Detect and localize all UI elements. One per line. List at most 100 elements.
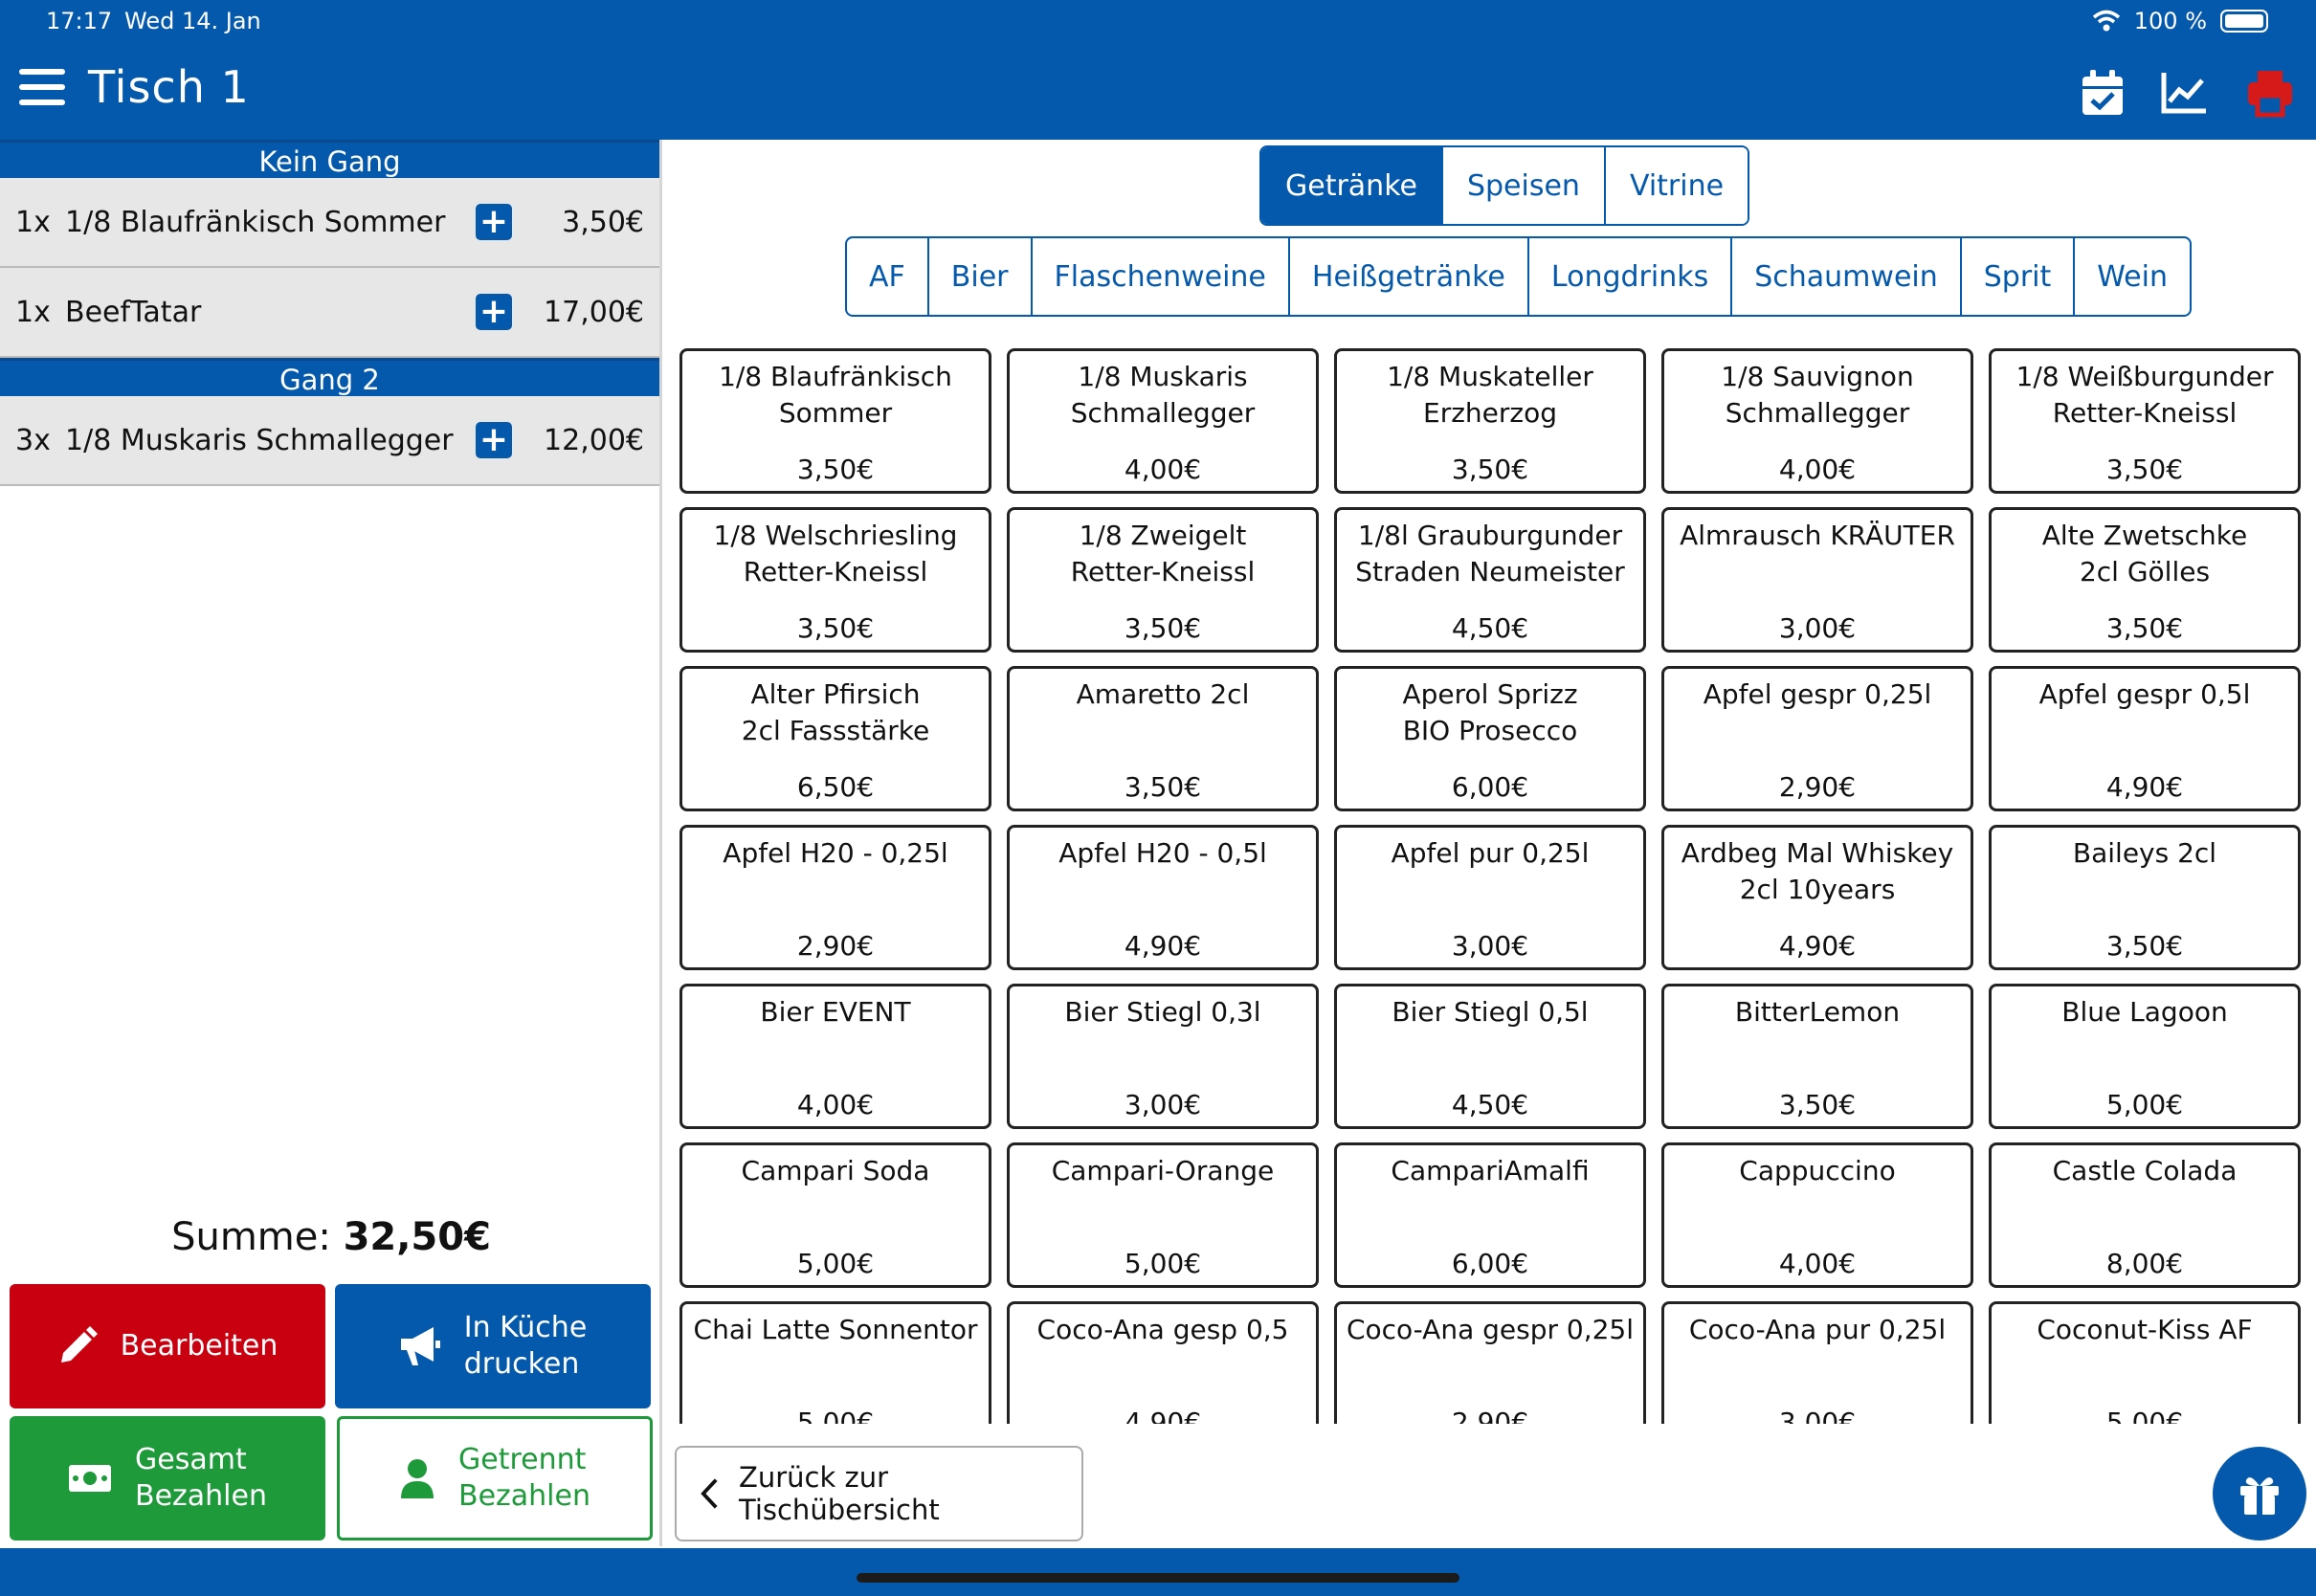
product-price: 3,00€ — [1778, 1407, 1857, 1424]
menu-icon — [19, 69, 65, 75]
order-item[interactable]: 3x 1/8 Muskaris Schmallegger + 12,00€ — [0, 396, 659, 486]
product-button[interactable]: 1/8 Welschriesling Retter-Kneissl 3,50€ — [679, 507, 991, 653]
product-grid-scroll[interactable]: 1/8 Blaufränkisch Sommer 3,50€ 1/8 Muskari… — [679, 348, 2306, 1424]
product-button[interactable]: 1/8 Blaufränkisch Sommer 3,50€ — [679, 348, 991, 494]
edit-button[interactable]: Bearbeiten — [10, 1284, 325, 1408]
tab-speisen[interactable]: Speisen — [1442, 147, 1606, 224]
order-item-qty: 1x — [15, 205, 51, 239]
product-button[interactable]: Bier EVENT 4,00€ — [679, 984, 991, 1129]
product-price: 4,90€ — [1778, 930, 1857, 962]
product-button[interactable]: 1/8 Sauvignon Schmallegger 4,00€ — [1661, 348, 1973, 494]
product-button[interactable]: Apfel H20 - 0,25l 2,90€ — [679, 825, 991, 970]
subtab-flaschenweine[interactable]: Flaschenweine — [1033, 238, 1290, 315]
product-button[interactable]: Bier Stiegl 0,5l 4,50€ — [1334, 984, 1646, 1129]
product-price: 3,00€ — [1778, 612, 1857, 644]
calendar-check-icon[interactable] — [2077, 67, 2128, 119]
subtab-af[interactable]: AF — [847, 238, 929, 315]
order-item[interactable]: 1x BeefTatar + 17,00€ — [0, 268, 659, 358]
product-button[interactable]: 1/8 Muskaris Schmallegger 4,00€ — [1007, 348, 1319, 494]
product-button[interactable]: Baileys 2cl 3,50€ — [1989, 825, 2301, 970]
product-name: Alte Zwetschke 2cl Gölles — [2041, 520, 2248, 587]
subtab-schaumwein[interactable]: Schaumwein — [1732, 238, 1962, 315]
battery-percent: 100 % — [2133, 8, 2207, 34]
product-button[interactable]: Ardbeg Mal Whiskey 2cl 10years 4,90€ — [1661, 825, 1973, 970]
product-button[interactable]: Coco-Ana pur 0,25l 3,00€ — [1661, 1301, 1973, 1424]
product-price: 3,50€ — [796, 612, 875, 644]
menu-button[interactable] — [19, 69, 65, 111]
product-button[interactable]: Apfel gespr 0,5l 4,90€ — [1989, 666, 2301, 811]
subtab-bier[interactable]: Bier — [929, 238, 1033, 315]
order-item-price: 3,50€ — [562, 205, 644, 239]
pay-total-label: Gesamt Bezahlen — [135, 1443, 267, 1513]
product-button[interactable]: Apfel pur 0,25l 3,00€ — [1334, 825, 1646, 970]
product-button[interactable]: 1/8 Muskateller Erzherzog 3,50€ — [1334, 348, 1646, 494]
order-item[interactable]: 1x 1/8 Blaufränkisch Sommer + 3,50€ — [0, 178, 659, 268]
product-button[interactable]: Aperol Sprizz BIO Prosecco 6,00€ — [1334, 666, 1646, 811]
product-name: 1/8 Blaufränkisch Sommer — [719, 361, 952, 429]
product-name: Almrausch KRÄUTER — [1680, 520, 1955, 551]
pay-split-button[interactable]: Getrennt Bezahlen — [337, 1416, 653, 1541]
product-button[interactable]: Amaretto 2cl 3,50€ — [1007, 666, 1319, 811]
product-price: 2,90€ — [796, 930, 875, 962]
product-button[interactable]: Cappuccino 4,00€ — [1661, 1142, 1973, 1288]
subtab-wein[interactable]: Wein — [2075, 238, 2190, 315]
subtab-longdrinks[interactable]: Longdrinks — [1529, 238, 1733, 315]
product-button[interactable]: Campari Soda 5,00€ — [679, 1142, 991, 1288]
print-kitchen-button[interactable]: In Küche drucken — [335, 1284, 651, 1408]
subtab-heissgetraenke[interactable]: Heißgetränke — [1290, 238, 1529, 315]
product-price: 2,90€ — [1778, 771, 1857, 803]
printer-icon[interactable] — [2244, 67, 2296, 119]
product-button[interactable]: 1/8 Zweigelt Retter-Kneissl 3,50€ — [1007, 507, 1319, 653]
product-name: Apfel H20 - 0,5l — [1058, 837, 1267, 869]
product-name: Baileys 2cl — [2072, 837, 2217, 869]
product-button[interactable]: Coco-Ana gesp 0,5 4,90€ — [1007, 1301, 1319, 1424]
add-one-button[interactable]: + — [476, 294, 512, 330]
product-button[interactable]: CampariAmalfi 6,00€ — [1334, 1142, 1646, 1288]
product-button[interactable]: Blue Lagoon 5,00€ — [1989, 984, 2301, 1129]
product-price: 4,50€ — [1451, 1089, 1529, 1120]
status-right: 100 % — [2092, 8, 2268, 34]
product-name: Bier Stiegl 0,3l — [1064, 996, 1261, 1028]
chart-line-icon[interactable] — [2158, 67, 2210, 119]
order-item-name: 1/8 Blaufränkisch Sommer — [65, 205, 446, 239]
megaphone-icon — [400, 1327, 440, 1365]
add-one-button[interactable]: + — [476, 422, 512, 458]
product-button[interactable]: Chai Latte Sonnentor 5,00€ — [679, 1301, 991, 1424]
product-name: Coco-Ana gesp 0,5 — [1036, 1314, 1289, 1345]
pay-total-button[interactable]: Gesamt Bezahlen — [10, 1416, 325, 1541]
product-button[interactable]: Apfel H20 - 0,5l 4,90€ — [1007, 825, 1319, 970]
product-price: 3,50€ — [2105, 930, 2184, 962]
product-name: CampariAmalfi — [1391, 1155, 1590, 1186]
product-button[interactable]: Almrausch KRÄUTER 3,00€ — [1661, 507, 1973, 653]
home-indicator[interactable] — [857, 1573, 1459, 1583]
product-button[interactable]: Coco-Ana gespr 0,25l 2,90€ — [1334, 1301, 1646, 1424]
product-price: 4,50€ — [1451, 612, 1529, 644]
product-button[interactable]: 1/8l Grauburgunder Straden Neumeister 4,5… — [1334, 507, 1646, 653]
total-value: 32,50€ — [343, 1215, 491, 1259]
product-button[interactable]: Bier Stiegl 0,3l 3,00€ — [1007, 984, 1319, 1129]
product-button[interactable]: Campari-Orange 5,00€ — [1007, 1142, 1319, 1288]
product-button[interactable]: 1/8 Weißburgunder Retter-Kneissl 3,50€ — [1989, 348, 2301, 494]
product-price: 6,50€ — [796, 771, 875, 803]
gift-button[interactable] — [2213, 1447, 2306, 1541]
product-price: 5,00€ — [796, 1248, 875, 1279]
product-button[interactable]: Alte Zwetschke 2cl Gölles 3,50€ — [1989, 507, 2301, 653]
product-button[interactable]: Castle Colada 8,00€ — [1989, 1142, 2301, 1288]
back-label: Zurück zur Tischübersicht — [739, 1461, 940, 1526]
product-button[interactable]: BitterLemon 3,50€ — [1661, 984, 1973, 1129]
product-name: Ardbeg Mal Whiskey 2cl 10years — [1681, 837, 1954, 905]
subtab-sprit[interactable]: Sprit — [1962, 238, 2076, 315]
product-name: Apfel H20 - 0,25l — [723, 837, 948, 869]
add-one-button[interactable]: + — [476, 204, 512, 240]
person-icon — [401, 1459, 434, 1498]
product-button[interactable]: Coconut-Kiss AF 5,00€ — [1989, 1301, 2301, 1424]
product-button[interactable]: Alter Pfirsich 2cl Fassstärke 6,50€ — [679, 666, 991, 811]
tab-vitrine[interactable]: Vitrine — [1605, 147, 1748, 224]
back-to-tables-button[interactable]: Zurück zur Tischübersicht — [675, 1446, 1083, 1541]
product-price: 3,50€ — [2105, 454, 2184, 485]
tab-getraenke[interactable]: Getränke — [1261, 147, 1443, 224]
product-button[interactable]: Apfel gespr 0,25l 2,90€ — [1661, 666, 1973, 811]
order-item-qty: 1x — [15, 295, 51, 329]
pay-split-label: Getrennt Bezahlen — [458, 1443, 590, 1513]
product-price: 4,00€ — [1778, 454, 1857, 485]
